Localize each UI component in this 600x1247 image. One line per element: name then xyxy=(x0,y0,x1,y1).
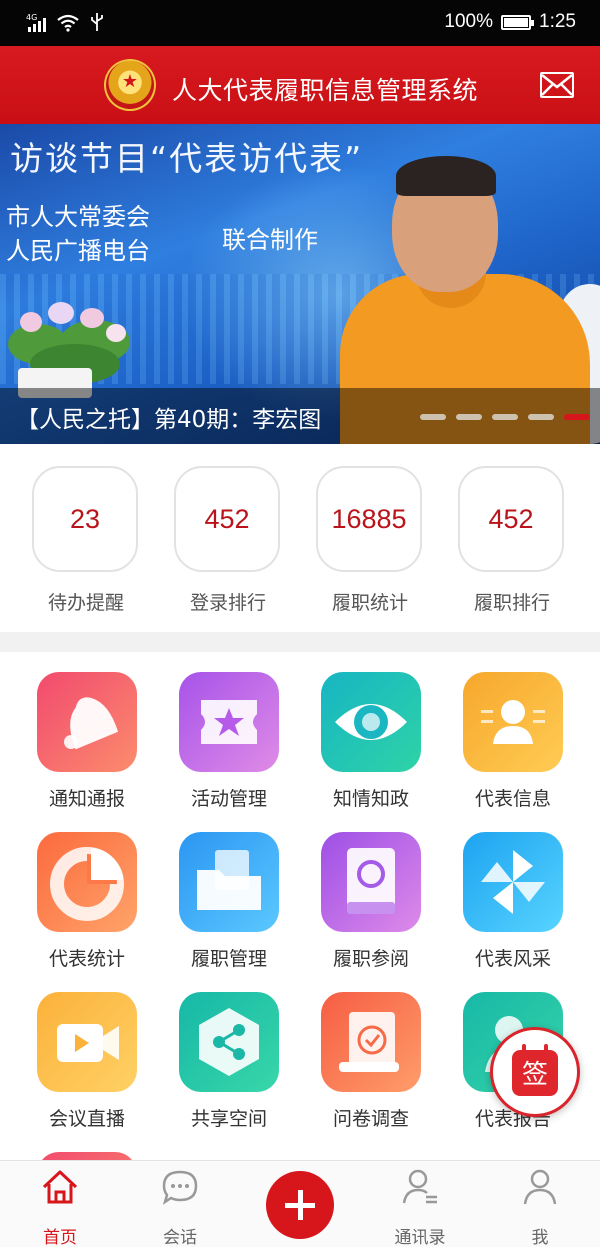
section-divider xyxy=(0,632,600,652)
national-emblem-icon xyxy=(104,59,156,111)
wifi-icon xyxy=(57,14,79,32)
menu-item-duty-reference[interactable]: 履职参阅 xyxy=(306,832,436,971)
id-card-icon xyxy=(463,672,563,772)
carousel-dot[interactable] xyxy=(420,414,446,420)
ticket-star-icon xyxy=(179,672,279,772)
banner-org-lines: 市人大常委会 人民广播电台 xyxy=(6,200,150,268)
bell-icon xyxy=(37,672,137,772)
stat-duty-ranking[interactable]: 452 履职排行 xyxy=(458,466,566,615)
menu-item-know-politics[interactable]: 知情知政 xyxy=(306,672,436,811)
mail-icon[interactable] xyxy=(540,72,574,98)
calendar-sign-icon: 签 xyxy=(512,1044,558,1096)
menu-item-deputy-statistics[interactable]: 代表统计 xyxy=(22,832,152,971)
menu-item-shared-space[interactable]: 共享空间 xyxy=(164,992,294,1131)
menu-item-duty-management[interactable]: 履职管理 xyxy=(164,832,294,971)
menu-label: 代表统计 xyxy=(48,948,125,970)
nav-me[interactable]: 我 xyxy=(490,1167,590,1247)
usb-icon xyxy=(91,13,103,31)
nav-label: 首页 xyxy=(43,1228,77,1247)
menu-label: 活动管理 xyxy=(190,788,267,810)
banner-coproduce: 联合制作 xyxy=(222,226,318,254)
nav-label: 通讯录 xyxy=(394,1228,446,1247)
menu-icon xyxy=(37,1152,137,1160)
app-header: 人大代表履职信息管理系统 xyxy=(0,46,600,124)
eye-icon xyxy=(321,672,421,772)
menu-label: 通知通报 xyxy=(48,788,125,810)
battery-percent: 100% xyxy=(444,11,494,32)
menu-item-survey[interactable]: 问卷调查 xyxy=(306,992,436,1131)
status-bar: 4G 100% 1:25 xyxy=(0,0,600,46)
clock: 1:25 xyxy=(539,11,576,32)
video-icon xyxy=(37,992,137,1092)
battery-icon xyxy=(501,14,535,30)
menu-item-partial[interactable] xyxy=(22,1152,152,1160)
nav-home[interactable]: 首页 xyxy=(10,1167,110,1247)
book-icon xyxy=(321,832,421,932)
menu-item-deputy-style[interactable]: 代表风采 xyxy=(448,832,578,971)
menu-label: 知情知政 xyxy=(332,788,409,810)
stat-pending-reminders[interactable]: 23 待办提醒 xyxy=(32,466,140,615)
menu-label: 履职管理 xyxy=(190,948,267,970)
pie-chart-icon xyxy=(37,832,137,932)
nav-contacts[interactable]: 通讯录 xyxy=(370,1167,470,1247)
signal-icon: 4G xyxy=(26,13,46,32)
banner-org-line: 人民广播电台 xyxy=(6,237,150,265)
survey-icon xyxy=(321,992,421,1092)
banner-caption: 【人民之托】第40期：李宏图 xyxy=(16,407,322,433)
nav-label: 我 xyxy=(531,1228,549,1247)
status-right: 100% 1:25 xyxy=(444,11,576,33)
battery-fill xyxy=(504,17,529,27)
plus-icon[interactable] xyxy=(266,1171,334,1239)
app-title: 人大代表履职信息管理系统 xyxy=(172,76,479,105)
menu-label: 履职参阅 xyxy=(332,948,409,970)
user-icon xyxy=(523,1169,557,1205)
stat-label: 登录排行 xyxy=(189,592,266,614)
carousel-dot[interactable] xyxy=(528,414,554,420)
stats-row: 23 待办提醒 452 登录排行 16885 履职统计 452 履职排行 xyxy=(0,444,600,632)
stat-value: 23 xyxy=(32,466,138,572)
menu-label: 共享空间 xyxy=(190,1108,267,1130)
chat-icon xyxy=(162,1170,198,1205)
sign-in-button[interactable]: 签 xyxy=(490,1027,580,1117)
stat-label: 待办提醒 xyxy=(47,592,124,614)
menu-item-deputy-info[interactable]: 代表信息 xyxy=(448,672,578,811)
menu-label: 会议直播 xyxy=(48,1108,125,1130)
network-type: 4G xyxy=(26,13,38,22)
pinwheel-icon xyxy=(463,832,563,932)
status-left: 4G xyxy=(26,12,104,32)
menu-item-activities[interactable]: 活动管理 xyxy=(164,672,294,811)
menu-label: 问卷调查 xyxy=(332,1108,409,1130)
stat-value: 16885 xyxy=(316,466,422,572)
stat-value: 452 xyxy=(458,466,564,572)
nav-chat[interactable]: 会话 xyxy=(130,1167,230,1247)
banner-org-line: 市人大常委会 xyxy=(6,203,150,231)
bottom-nav: 首页 会话 通讯录 我 xyxy=(0,1160,600,1247)
menu-item-live-meeting[interactable]: 会议直播 xyxy=(22,992,152,1131)
folder-icon xyxy=(179,832,279,932)
banner-caption-bar: 【人民之托】第40期：李宏图 xyxy=(0,388,600,444)
share-icon xyxy=(179,992,279,1092)
home-icon xyxy=(42,1170,78,1204)
banner-headline: 访谈节目“代表访代表” xyxy=(10,139,364,178)
carousel-dot[interactable] xyxy=(456,414,482,420)
carousel-dot[interactable] xyxy=(564,414,590,420)
stat-value: 452 xyxy=(174,466,280,572)
stat-duty-statistics[interactable]: 16885 履职统计 xyxy=(316,466,424,615)
contacts-icon xyxy=(402,1169,437,1204)
menu-item-notifications[interactable]: 通知通报 xyxy=(22,672,152,811)
carousel-indicator[interactable] xyxy=(420,414,590,420)
stat-login-ranking[interactable]: 452 登录排行 xyxy=(174,466,282,615)
stat-label: 履职统计 xyxy=(331,592,408,614)
banner-carousel[interactable]: 访谈节目“代表访代表” 市人大常委会 人民广播电台 联合制作 【人民之托】第40… xyxy=(0,124,600,444)
stat-label: 履职排行 xyxy=(473,592,550,614)
carousel-dot[interactable] xyxy=(492,414,518,420)
nav-label: 会话 xyxy=(163,1228,197,1247)
menu-label: 代表风采 xyxy=(474,948,551,970)
menu-label: 代表信息 xyxy=(474,788,551,810)
